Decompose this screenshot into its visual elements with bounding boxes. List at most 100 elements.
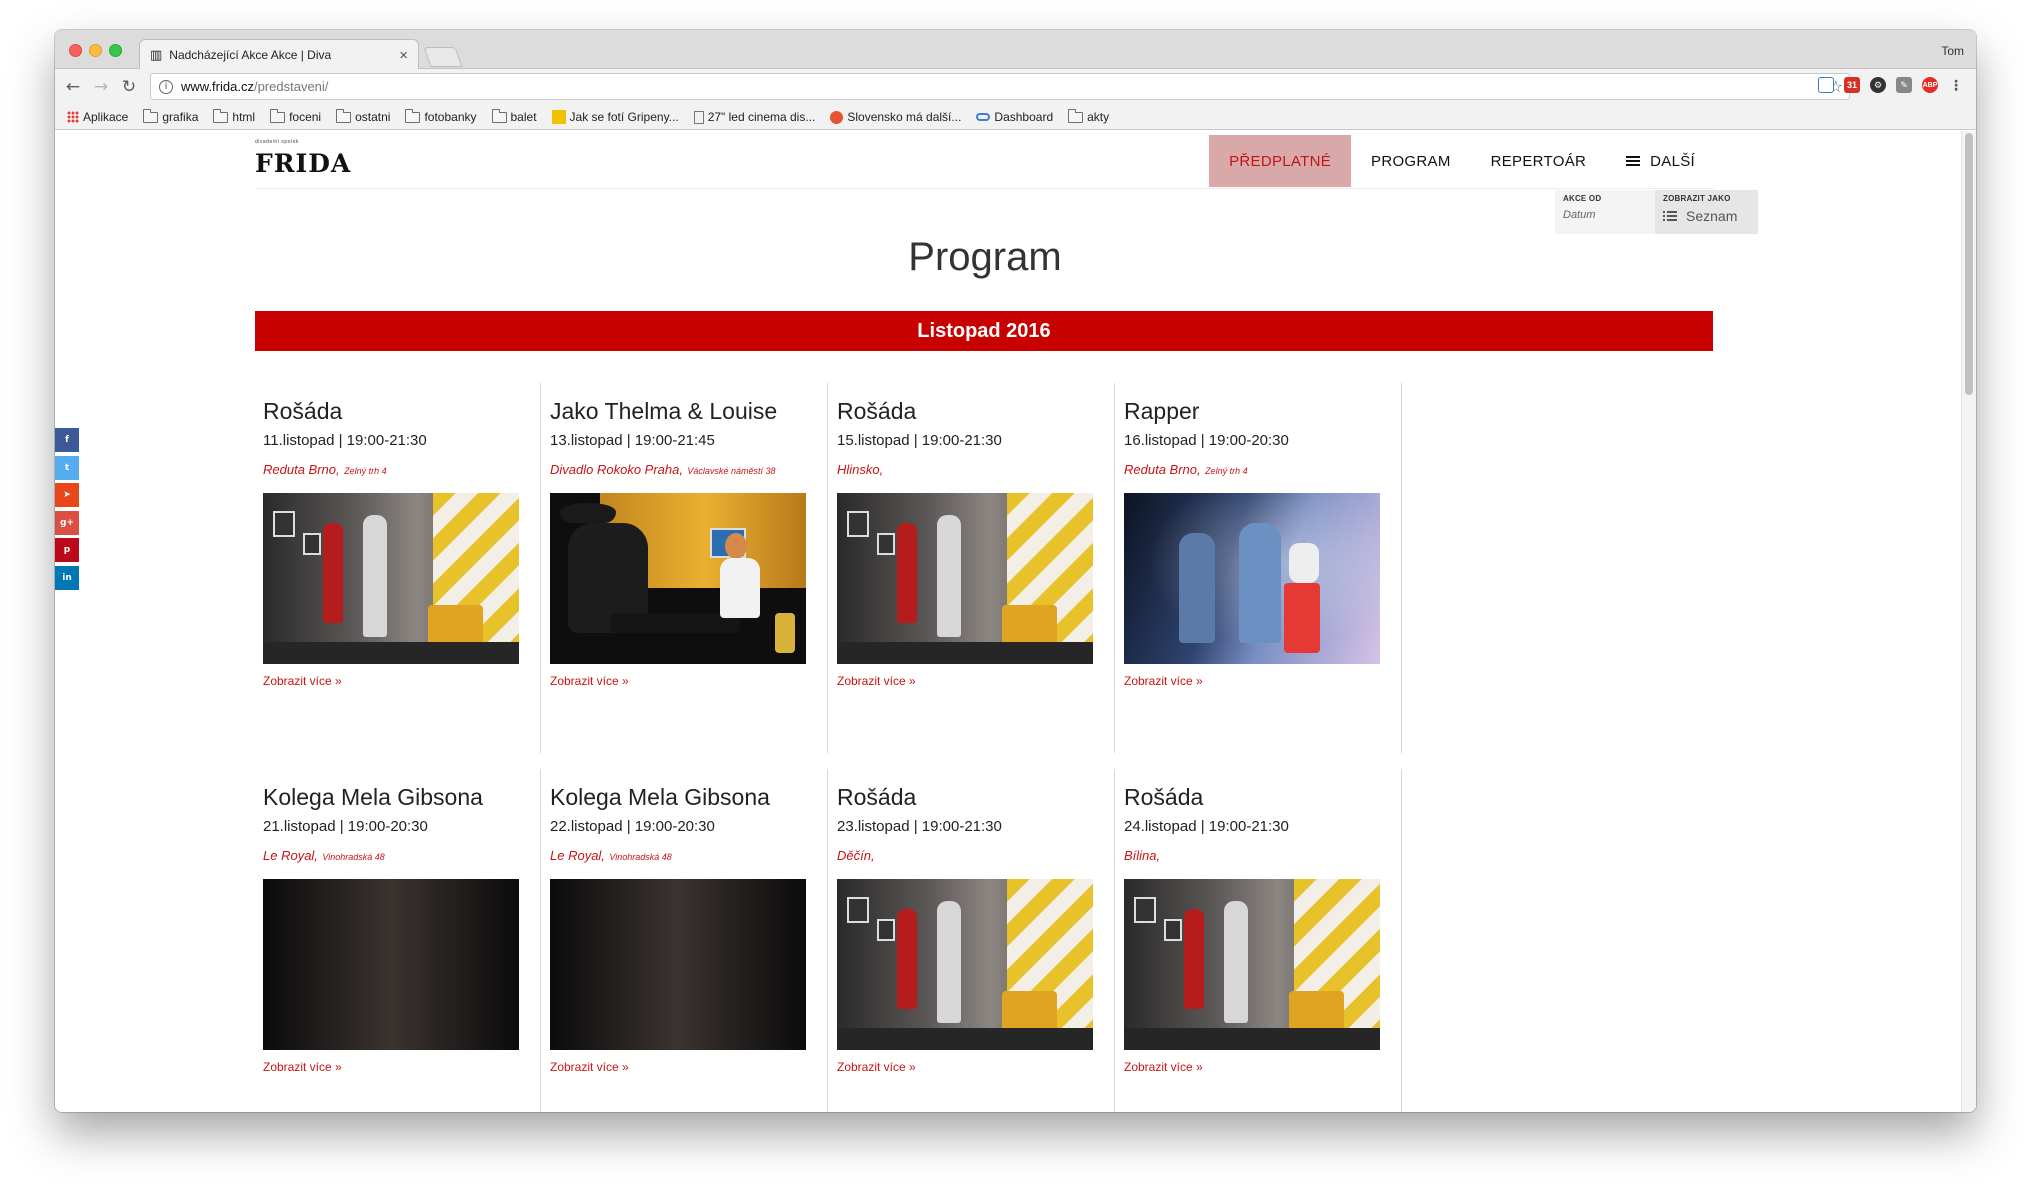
event-place: Bílina, [1124, 847, 1393, 865]
event-more-link[interactable]: Zobrazit více » [263, 1060, 342, 1074]
google-plus-icon[interactable]: g+ [55, 510, 79, 535]
bookmark-label: akty [1087, 110, 1110, 124]
cast-icon[interactable] [1818, 77, 1834, 93]
scrollbar-thumb[interactable] [1965, 133, 1973, 395]
piano-keys-icon: ▥ [150, 47, 163, 63]
adblock-icon[interactable]: ABP [1922, 77, 1938, 93]
page-scrollbar[interactable] [1961, 131, 1976, 1112]
event-venue[interactable]: Reduta Brno, [1124, 462, 1201, 477]
event-date: 21.listopad | 19:00-20:30 [263, 818, 428, 835]
event-title[interactable]: Jako Thelma & Louise [550, 398, 819, 424]
event-venue[interactable]: Le Royal, [550, 848, 605, 863]
event-more-link[interactable]: Zobrazit více » [837, 1060, 916, 1074]
event-photo[interactable] [1124, 879, 1380, 1050]
profile-name[interactable]: Tom [1941, 44, 1964, 58]
linkedin-icon[interactable]: in [55, 565, 79, 590]
minimize-window-button[interactable] [89, 44, 102, 57]
event-venue[interactable]: Divadlo Rokoko Praha, [550, 462, 683, 477]
event-card: Jako Thelma & Louise 13.listopad | 19:00-… [542, 383, 828, 753]
bookmark-item[interactable]: Aplikace [67, 110, 128, 124]
event-venue[interactable]: Hlinsko, [837, 462, 883, 477]
bookmark-item[interactable]: foceni [270, 108, 321, 124]
bookmark-item[interactable]: ostatni [336, 108, 391, 124]
forward-arrow-icon[interactable]: → [87, 77, 115, 97]
event-more-link[interactable]: Zobrazit více » [550, 674, 629, 688]
close-icon[interactable]: × [399, 47, 408, 64]
event-more-link[interactable]: Zobrazit více » [837, 674, 916, 688]
event-photo[interactable] [263, 879, 519, 1050]
browser-tab[interactable]: ▥ Nadcházející Akce Akce | Diva × [139, 39, 419, 70]
close-window-button[interactable] [69, 44, 82, 57]
new-tab-button[interactable] [423, 47, 463, 67]
bookmark-item[interactable]: balet [491, 108, 537, 124]
nav-more-label: DALŠÍ [1650, 152, 1695, 170]
bookmark-item[interactable]: html [213, 108, 255, 124]
tools-extension-icon[interactable]: ✎ [1896, 77, 1912, 93]
event-photo[interactable] [263, 493, 519, 664]
bookmark-item[interactable]: Dashboard [976, 110, 1053, 124]
event-photo[interactable] [550, 879, 806, 1050]
bookmark-item[interactable]: fotobanky [405, 108, 477, 124]
event-venue[interactable]: Bílina, [1124, 848, 1160, 863]
event-venue[interactable]: Reduta Brno, [263, 462, 340, 477]
event-place: Reduta Brno, Zelný trh 4 [263, 461, 532, 479]
telegram-icon[interactable]: ➤ [55, 483, 79, 507]
social-share-bar: f t ➤ g+ p in [55, 428, 79, 593]
event-filters: AKCE OD Datum ZOBRAZIT JAKO Seznam [1555, 190, 1758, 234]
bookmark-label: 27" led cinema dis... [707, 110, 816, 124]
date-filter[interactable]: AKCE OD Datum [1555, 190, 1655, 234]
page-icon [693, 110, 704, 124]
nav-item-repertoar[interactable]: REPERTOÁR [1471, 135, 1607, 187]
nav-item-program[interactable]: PROGRAM [1351, 135, 1471, 187]
bookmark-item[interactable]: 27" led cinema dis... [693, 110, 816, 124]
browser-window: ▥ Nadcházející Akce Akce | Diva × Tom ← … [55, 30, 1976, 1112]
pinterest-icon[interactable]: p [55, 538, 79, 562]
event-card: Rošáda 24.listopad | 19:00-21:30 Bílina, Z… [1116, 769, 1402, 1112]
bookmark-label: Dashboard [994, 110, 1054, 124]
page-title: Program [908, 235, 1062, 279]
event-title[interactable]: Rošáda [837, 784, 1106, 810]
event-venue[interactable]: Le Royal, [263, 848, 318, 863]
event-photo[interactable] [837, 493, 1093, 664]
bookmarks-bar: Aplikace grafika html foceni ostatni fotobank… [55, 105, 1976, 130]
event-more-link[interactable]: Zobrazit více » [1124, 674, 1203, 688]
nav-item-more[interactable]: DALŠÍ [1606, 135, 1715, 187]
reload-icon[interactable]: ↻ [115, 77, 143, 97]
event-photo[interactable] [550, 493, 806, 664]
zoom-window-button[interactable] [109, 44, 122, 57]
event-title[interactable]: Rapper [1124, 398, 1393, 424]
bookmark-item[interactable]: Jak se fotí Gripeny... [551, 110, 679, 124]
back-arrow-icon[interactable]: ← [59, 77, 87, 97]
event-more-link[interactable]: Zobrazit více » [550, 1060, 629, 1074]
bookmark-item[interactable]: akty [1068, 108, 1110, 124]
event-photo[interactable] [837, 879, 1093, 1050]
event-card: Rapper 16.listopad | 19:00-20:30 Reduta Br… [1116, 383, 1402, 753]
event-title[interactable]: Kolega Mela Gibsona [263, 784, 532, 810]
event-venue[interactable]: Děčín, [837, 848, 875, 863]
facebook-icon[interactable]: f [55, 428, 79, 452]
bookmark-item[interactable]: Slovensko má další... [830, 110, 961, 124]
frida-logo[interactable]: divadelní spolek FRIDA [255, 135, 350, 185]
event-more-link[interactable]: Zobrazit více » [263, 674, 342, 688]
event-title[interactable]: Rošáda [837, 398, 1106, 424]
event-more-link[interactable]: Zobrazit více » [1124, 1060, 1203, 1074]
event-title[interactable]: Rošáda [263, 398, 532, 424]
event-card: Kolega Mela Gibsona 21.listopad | 19:00-2… [255, 769, 541, 1112]
view-mode-filter[interactable]: ZOBRAZIT JAKO Seznam [1655, 190, 1758, 234]
event-title[interactable]: Kolega Mela Gibsona [550, 784, 819, 810]
info-icon[interactable]: i [159, 79, 173, 94]
calendar-extension-icon[interactable]: 31 [1844, 77, 1860, 93]
hamburger-icon [1626, 156, 1641, 166]
folder-icon [1068, 108, 1084, 123]
event-date: 16.listopad | 19:00-20:30 [1124, 432, 1289, 449]
address-bar[interactable]: i www.frida.cz/predstaveni/ ☆ [150, 73, 1850, 100]
settings-extension-icon[interactable]: ⚙ [1870, 77, 1886, 93]
site-header: divadelní spolek FRIDA PŘEDPLATNÉ PROGRA… [255, 131, 1715, 189]
twitter-icon[interactable]: t [55, 455, 79, 480]
bookmark-label: ostatni [355, 110, 391, 124]
nav-item-predplatne[interactable]: PŘEDPLATNÉ [1209, 135, 1352, 187]
event-photo[interactable] [1124, 493, 1380, 664]
bookmark-item[interactable]: grafika [143, 108, 198, 124]
menu-dots-icon[interactable]: ⋮ [1948, 77, 1964, 93]
event-title[interactable]: Rošáda [1124, 784, 1393, 810]
